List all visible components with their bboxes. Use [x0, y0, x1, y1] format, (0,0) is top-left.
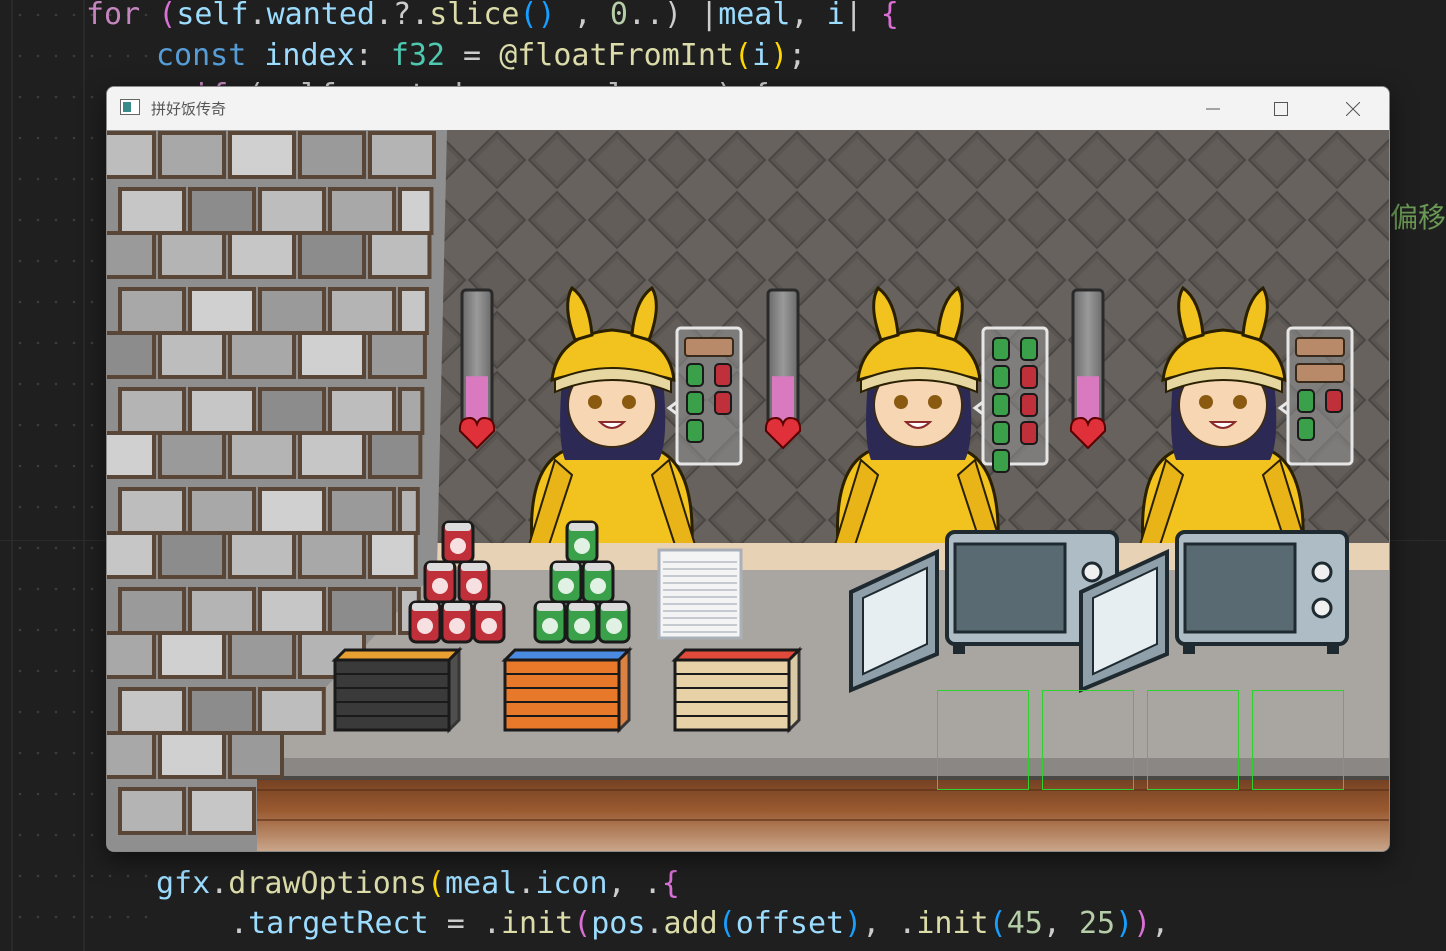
can-green-icon — [992, 393, 1010, 417]
app-icon — [120, 99, 140, 115]
order-tray-icon — [1295, 363, 1345, 383]
can-green-icon — [686, 363, 704, 387]
dial-icon — [1311, 561, 1333, 583]
meal-boxes-orange — [501, 646, 633, 734]
can-red-icon — [714, 391, 732, 415]
soda-can — [441, 520, 475, 564]
game-window[interactable]: 拼好饭传奇 — [106, 86, 1390, 852]
drop-slot-2[interactable] — [1042, 690, 1134, 790]
minimize-button[interactable] — [1179, 87, 1247, 130]
right-eye — [928, 395, 942, 409]
meal-boxes-dark — [331, 646, 463, 734]
left-eye — [894, 395, 908, 409]
can-green-icon — [992, 421, 1010, 445]
microwave-cavity — [953, 542, 1067, 634]
patience-meter-2 — [764, 288, 802, 450]
drop-slot-1[interactable] — [937, 690, 1029, 790]
order-tray-icon — [684, 337, 734, 357]
soda-can — [440, 600, 474, 644]
maximize-button[interactable] — [1247, 87, 1315, 130]
patience-meter-3 — [1069, 288, 1107, 450]
code-line-target-rect[interactable]: .targetRect = .init(pos.add(offset), .in… — [230, 904, 1169, 944]
drop-slot-4[interactable] — [1252, 690, 1344, 790]
can-green-icon — [1297, 417, 1315, 441]
close-icon — [1346, 101, 1360, 116]
order-panel-2 — [972, 326, 1049, 473]
patience-meter-1 — [458, 288, 496, 450]
soda-can — [457, 560, 491, 604]
order-panel-1 — [666, 326, 743, 466]
minimize-icon — [1206, 108, 1220, 109]
maximize-icon — [1274, 101, 1288, 116]
can-green-icon — [1020, 337, 1038, 361]
window-title: 拼好饭传奇 — [151, 100, 227, 118]
can-green-icon — [686, 391, 704, 415]
can-green-icon — [992, 337, 1010, 361]
game-canvas[interactable] — [107, 130, 1389, 851]
can-green-icon — [686, 419, 704, 443]
can-red-icon — [1325, 389, 1343, 413]
close-button[interactable] — [1319, 87, 1387, 130]
microwave-cavity — [1183, 542, 1297, 634]
left-eye — [1199, 395, 1213, 409]
title-bar[interactable]: 拼好饭传奇 — [107, 87, 1389, 130]
code-line-for[interactable]: for (self.wanted.?.slice() , 0..) |meal,… — [86, 0, 899, 35]
soda-can — [565, 520, 599, 564]
soda-can — [533, 600, 567, 644]
left-eye — [588, 395, 602, 409]
soda-can — [408, 600, 442, 644]
order-tray-icon — [1295, 337, 1345, 357]
can-red-icon — [1020, 393, 1038, 417]
right-eye — [622, 395, 636, 409]
can-red-icon — [1020, 421, 1038, 445]
dial-icon — [1081, 561, 1103, 583]
paper-stack — [657, 548, 743, 640]
drop-slot-3[interactable] — [1147, 690, 1239, 790]
can-green-icon — [1297, 389, 1315, 413]
code-line-draw-options[interactable]: gfx.drawOptions(meal.icon, .{ — [156, 864, 680, 904]
soda-can — [549, 560, 583, 604]
soda-can — [581, 560, 615, 604]
dial-icon — [1311, 597, 1333, 619]
meal-boxes-cream — [671, 646, 803, 734]
can-green-icon — [992, 365, 1010, 389]
code-line-const[interactable]: const index: f32 = @floatFromInt(i); — [156, 36, 806, 76]
can-green-icon — [992, 449, 1010, 473]
soda-can — [565, 600, 599, 644]
soda-can — [423, 560, 457, 604]
order-panel-3 — [1277, 326, 1354, 466]
can-red-icon — [714, 363, 732, 387]
soda-can — [597, 600, 631, 644]
can-red-icon — [1020, 365, 1038, 389]
right-eye — [1233, 395, 1247, 409]
soda-can — [472, 600, 506, 644]
